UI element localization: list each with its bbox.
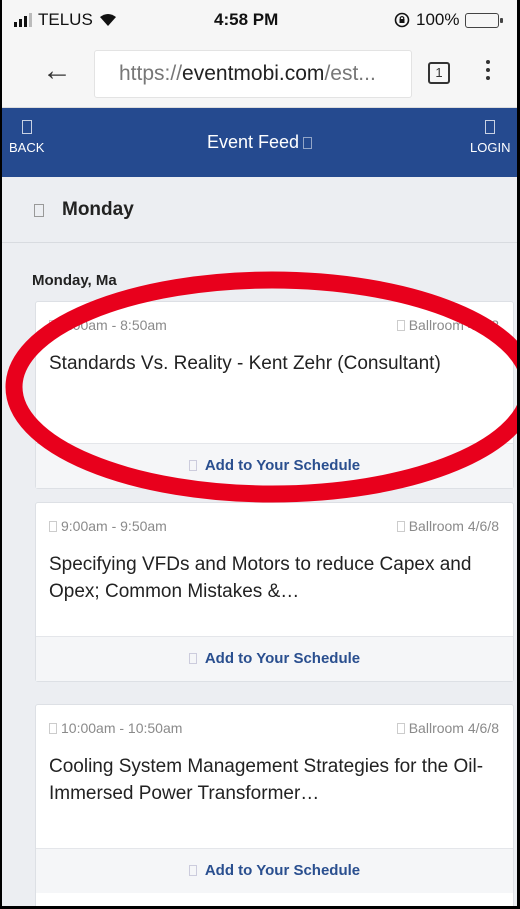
add-schedule-icon xyxy=(188,653,197,664)
session-card[interactable]: 8:00am - 8:50am Ballroom 4/6/8 Standards… xyxy=(35,301,514,489)
session-location: Ballroom 4/6/8 xyxy=(408,720,499,736)
session-title[interactable]: Standards Vs. Reality - Kent Zehr (Consu… xyxy=(49,350,499,377)
app-header: BACK Event Feed LOGIN xyxy=(2,108,517,177)
login-icon xyxy=(485,120,496,134)
tab-switcher-button[interactable]: 1 xyxy=(428,62,450,84)
url-domain: eventmobi.com xyxy=(182,62,325,85)
session-location-wrap: Ballroom 4/6/8 xyxy=(396,518,499,534)
location-icon xyxy=(396,723,405,734)
session-title[interactable]: Specifying VFDs and Motors to reduce Cap… xyxy=(49,551,499,605)
page-title-text: Event Feed xyxy=(206,132,300,152)
session-location: Ballroom 4/6/8 xyxy=(408,317,499,333)
status-bar: TELUS 4:58 PM 100% xyxy=(2,0,517,40)
clock-icon xyxy=(49,521,57,532)
add-to-schedule-button[interactable]: Add to Your Schedule xyxy=(36,848,513,893)
header-login-label: LOGIN xyxy=(470,140,511,155)
battery-percent: 100% xyxy=(416,10,460,29)
location-icon xyxy=(396,320,405,331)
frame-border-left xyxy=(0,0,2,909)
status-right: 100% xyxy=(394,10,504,30)
browser-toolbar: ← https://eventmobi.com/est... 1 xyxy=(2,40,517,108)
url-path: /est... xyxy=(324,62,376,85)
session-time: 10:00am - 10:50am xyxy=(61,720,183,736)
session-time: 8:00am - 8:50am xyxy=(61,317,167,333)
wifi-icon xyxy=(99,14,116,26)
add-to-schedule-label: Add to Your Schedule xyxy=(204,650,361,667)
header-login-button[interactable]: LOGIN xyxy=(470,120,510,155)
day-filter[interactable]: Monday xyxy=(2,177,517,243)
clock-icon xyxy=(49,723,57,734)
session-meta: 10:00am - 10:50am Ballroom 4/6/8 xyxy=(49,720,499,736)
session-feed[interactable]: Monday, Ma 8:00am - 8:50am Ballroom 4/6/… xyxy=(2,243,517,906)
session-title[interactable]: Cooling System Management Strategies for… xyxy=(49,753,499,807)
url-field[interactable]: https://eventmobi.com/est... xyxy=(94,50,412,98)
add-to-schedule-label: Add to Your Schedule xyxy=(204,862,361,879)
session-meta: 9:00am - 9:50am Ballroom 4/6/8 xyxy=(49,518,499,534)
battery-icon xyxy=(465,12,504,28)
session-location-wrap: Ballroom 4/6/8 xyxy=(396,720,499,736)
session-card[interactable]: 9:00am - 9:50am Ballroom 4/6/8 Specifyin… xyxy=(35,502,514,682)
rotation-lock-icon xyxy=(394,12,410,28)
calendar-icon xyxy=(34,204,44,217)
carrier-name: TELUS xyxy=(38,10,93,29)
session-time: 9:00am - 9:50am xyxy=(61,518,167,534)
signal-icon xyxy=(14,13,32,27)
add-to-schedule-button[interactable]: Add to Your Schedule xyxy=(36,443,513,488)
day-filter-label: Monday xyxy=(62,199,134,220)
url-scheme: https:// xyxy=(119,62,183,85)
status-left: TELUS xyxy=(14,10,117,30)
browser-menu-button[interactable] xyxy=(486,60,492,84)
clock-icon xyxy=(49,320,57,331)
title-dropdown-icon xyxy=(303,137,313,149)
session-card[interactable]: 10:00am - 10:50am Ballroom 4/6/8 Cooling… xyxy=(35,704,514,906)
add-to-schedule-label: Add to Your Schedule xyxy=(204,457,361,474)
add-to-schedule-button[interactable]: Add to Your Schedule xyxy=(36,636,513,681)
add-schedule-icon xyxy=(188,460,197,471)
date-heading: Monday, Ma xyxy=(32,272,117,289)
status-time: 4:58 PM xyxy=(214,10,279,29)
session-location: Ballroom 4/6/8 xyxy=(408,518,499,534)
session-location-wrap: Ballroom 4/6/8 xyxy=(396,317,499,333)
page-title: Event Feed xyxy=(2,132,517,153)
add-schedule-icon xyxy=(188,865,197,876)
location-icon xyxy=(396,521,405,532)
session-meta: 8:00am - 8:50am Ballroom 4/6/8 xyxy=(49,317,499,333)
browser-back-button[interactable]: ← xyxy=(42,56,72,86)
